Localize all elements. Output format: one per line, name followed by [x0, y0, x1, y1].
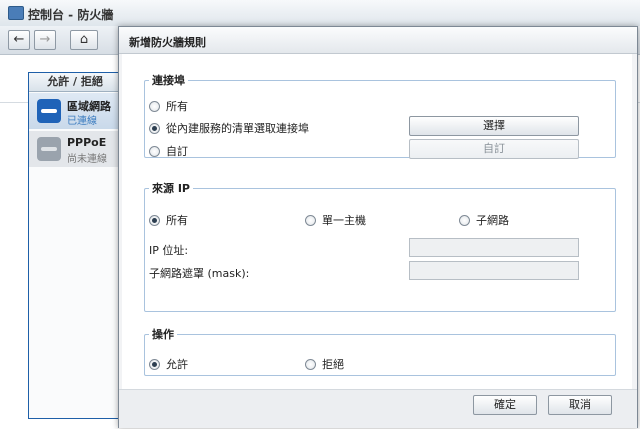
home-button[interactable]: ⌂	[70, 30, 98, 50]
action-group: 操作 允許 拒絕	[144, 326, 616, 376]
radio-button[interactable]	[305, 214, 316, 226]
radio-label: 允許	[166, 358, 188, 371]
action-option-allow[interactable]: 允許	[149, 356, 188, 372]
interface-panel: 允許 / 拒絕 區域網路 已連線 PPPoE 尚未連線	[28, 72, 122, 419]
source-ip-group: 來源 IP 所有 單一主機 子網路 IP 位址: 子網路遮罩 (mask):	[144, 180, 616, 312]
window-titlebar: 控制台 - 防火牆	[0, 0, 640, 27]
dialog-body: 連接埠 所有 從內建服務的清單選取連接埠 自訂 選擇 自訂 來源 IP 所有 單…	[122, 54, 632, 389]
port-option-custom[interactable]: 自訂	[149, 143, 188, 159]
cancel-button[interactable]: 取消	[548, 395, 612, 415]
source-option-subnet[interactable]: 子網路	[459, 212, 509, 228]
network-disconnected-icon	[37, 137, 61, 161]
radio-button[interactable]	[305, 358, 316, 370]
subnet-mask-field[interactable]	[409, 261, 579, 280]
radio-button[interactable]	[149, 145, 160, 157]
radio-button[interactable]	[459, 214, 470, 226]
radio-button[interactable]	[149, 358, 160, 370]
radio-label: 子網路	[476, 214, 509, 227]
action-option-deny[interactable]: 拒絕	[305, 356, 344, 372]
radio-label: 自訂	[166, 145, 188, 158]
action-legend: 操作	[152, 328, 174, 341]
interface-status: 已連線	[67, 116, 97, 127]
subnet-mask-label: 子網路遮罩 (mask):	[149, 267, 250, 280]
source-ip-legend: 來源 IP	[152, 182, 190, 195]
port-option-all[interactable]: 所有	[149, 98, 188, 114]
window-title: 控制台 - 防火牆	[28, 8, 114, 22]
radio-label: 所有	[166, 214, 188, 227]
port-option-builtin[interactable]: 從內建服務的清單選取連接埠	[149, 120, 309, 136]
custom-ports-button[interactable]: 自訂	[409, 139, 579, 159]
radio-button[interactable]	[149, 214, 160, 226]
interface-item-lan[interactable]: 區域網路 已連線	[29, 93, 121, 129]
radio-label: 從內建服務的清單選取連接埠	[166, 122, 309, 135]
interface-item-pppoe[interactable]: PPPoE 尚未連線	[29, 131, 121, 167]
radio-button[interactable]	[149, 100, 160, 112]
ip-address-label: IP 位址:	[149, 244, 189, 257]
back-button[interactable]: ←	[8, 30, 30, 50]
radio-button[interactable]	[149, 122, 160, 134]
add-firewall-rule-dialog: 新增防火牆規則 連接埠 所有 從內建服務的清單選取連接埠 自訂 選擇 自訂 來源…	[118, 26, 638, 428]
forward-button[interactable]: →	[34, 30, 56, 50]
control-panel-icon	[8, 6, 24, 20]
dialog-title: 新增防火牆規則	[129, 36, 206, 49]
ip-address-field[interactable]	[409, 238, 579, 257]
select-ports-button[interactable]: 選擇	[409, 116, 579, 136]
dialog-header: 新增防火牆規則	[119, 27, 637, 54]
network-connected-icon	[37, 99, 61, 123]
ports-group: 連接埠 所有 從內建服務的清單選取連接埠 自訂 選擇 自訂	[144, 72, 616, 159]
radio-label: 單一主機	[322, 214, 366, 227]
radio-label: 拒絕	[322, 358, 344, 371]
interface-status: 尚未連線	[67, 154, 107, 165]
ports-legend: 連接埠	[152, 74, 185, 87]
ok-button[interactable]: 確定	[473, 395, 537, 415]
tab-allow-deny[interactable]: 允許 / 拒絕	[29, 73, 121, 92]
dialog-footer: 確定 取消	[119, 389, 637, 428]
source-option-single-host[interactable]: 單一主機	[305, 212, 366, 228]
interface-name: PPPoE	[67, 136, 107, 149]
radio-label: 所有	[166, 100, 188, 113]
source-option-all[interactable]: 所有	[149, 212, 188, 228]
